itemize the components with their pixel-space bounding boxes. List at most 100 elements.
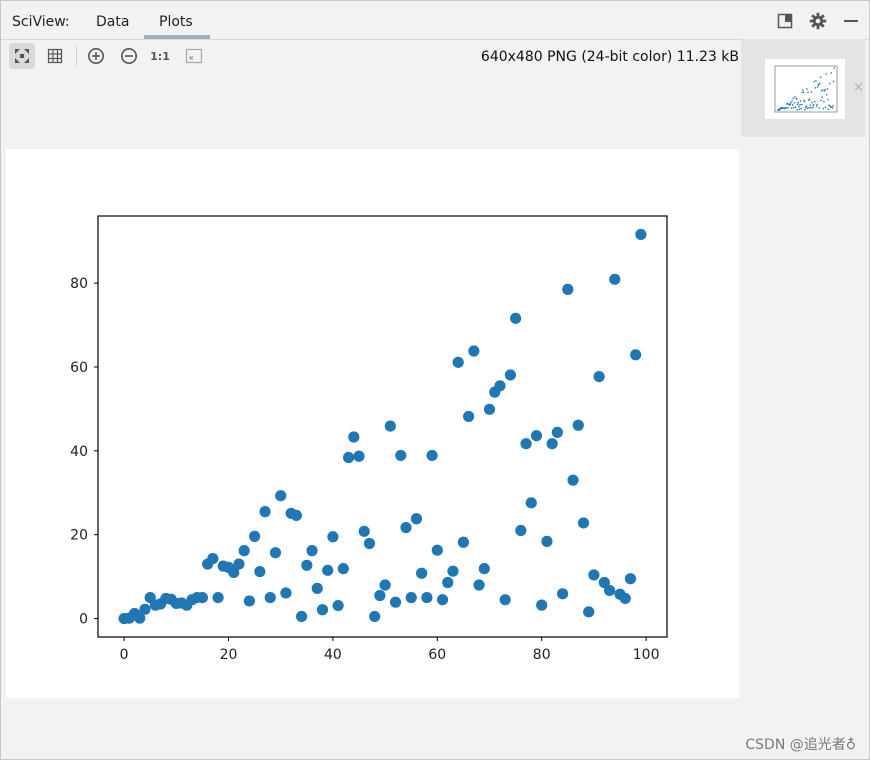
zoom-in-icon[interactable]	[83, 43, 109, 69]
scatter-chart: 0 20 40 60 80 100 0 20 40 60 80	[70, 215, 668, 663]
scatter-point	[824, 106, 827, 109]
x-tick-label: 20	[220, 647, 238, 663]
scatter-point	[238, 545, 250, 557]
minimize-icon[interactable]	[841, 11, 861, 31]
scatter-point	[254, 565, 266, 578]
scatter-point	[405, 591, 417, 604]
scatter-point	[577, 517, 590, 529]
tab-data[interactable]: Data	[96, 14, 129, 30]
scatter-point	[790, 107, 793, 109]
scatter-point	[826, 88, 829, 90]
scatter-point	[327, 531, 339, 543]
scatter-point	[824, 88, 826, 91]
actual-size-icon[interactable]: 1:1	[147, 43, 173, 69]
scatter-point	[635, 228, 647, 241]
sciview-header: SciView: Data Plots	[1, 1, 869, 40]
scatter-point	[499, 594, 511, 606]
y-tick-label: 0	[79, 612, 88, 628]
scatter-point	[821, 96, 824, 99]
x-tick-label: 80	[533, 647, 551, 663]
gear-icon[interactable]	[808, 11, 828, 31]
plot-thumbnail[interactable]	[765, 59, 845, 119]
scatter-point	[442, 576, 454, 589]
scatter-point	[809, 104, 812, 106]
scatter-point	[816, 103, 818, 106]
scatter-point	[348, 431, 360, 443]
scatter-point	[827, 108, 830, 111]
scatter-point	[384, 420, 396, 432]
scatter-point	[410, 513, 423, 525]
y-tick-label: 80	[70, 276, 88, 292]
scatter-point	[619, 592, 631, 605]
scatter-point	[794, 95, 796, 98]
scatter-point	[808, 98, 811, 100]
scatter-point	[494, 380, 506, 392]
scatter-point	[630, 349, 642, 361]
scatter-point	[787, 106, 789, 109]
scatter-point	[833, 67, 835, 69]
scatter-point	[426, 449, 438, 462]
scatter-point	[798, 105, 800, 108]
scatter-point	[457, 536, 470, 548]
scatter-point	[832, 80, 835, 82]
scatter-point	[196, 591, 209, 604]
scatter-point	[823, 100, 825, 103]
scatter-point	[800, 103, 803, 106]
scatter-point	[546, 438, 558, 450]
scatter-point	[827, 98, 829, 101]
active-tab-indicator	[144, 35, 210, 39]
scatter-point	[264, 591, 276, 604]
scatter-point	[802, 91, 805, 94]
scatter-point	[789, 103, 792, 105]
scatter-point	[515, 524, 527, 537]
scatter-point	[525, 497, 537, 509]
scatter-point	[791, 104, 794, 106]
scatter-point	[792, 106, 795, 109]
scatter-point	[212, 591, 224, 604]
scatter-point	[483, 403, 496, 415]
scatter-point	[828, 82, 831, 85]
scatter-point	[603, 584, 616, 597]
scatter-point	[830, 72, 833, 74]
plot-image: 0 20 40 60 80 100 0 20 40 60 80	[6, 149, 739, 698]
scatter-point	[593, 371, 605, 383]
y-tick-label: 20	[70, 528, 88, 544]
scatter-point	[337, 563, 349, 575]
scatter-point	[819, 76, 822, 78]
x-tick-label: 100	[633, 647, 660, 663]
scatter-point	[369, 610, 381, 623]
scatter-point	[810, 106, 812, 109]
scatter-point	[806, 88, 808, 90]
scatter-point	[395, 449, 407, 462]
x-tick-label: 0	[120, 647, 129, 663]
scatter-point	[822, 107, 825, 110]
scatter-point	[818, 107, 821, 109]
scatter-point	[249, 530, 261, 542]
fit-window-icon[interactable]	[9, 43, 35, 69]
scatter-point	[815, 79, 817, 82]
zoom-out-icon[interactable]	[116, 43, 142, 69]
scatter-point	[810, 91, 813, 93]
tab-plots[interactable]: Plots	[159, 14, 193, 30]
scatter-point	[820, 99, 822, 102]
scatter-point	[562, 283, 574, 295]
scatter-point	[322, 564, 334, 576]
scatter-point	[819, 82, 821, 85]
y-tick-label: 40	[70, 444, 88, 460]
thumbnail-close-icon[interactable]: ×	[853, 80, 864, 95]
scatter-point	[463, 410, 475, 423]
restore-layout-icon[interactable]	[775, 11, 795, 31]
scatter-point	[831, 106, 834, 109]
fit-to-view-icon[interactable]	[181, 43, 207, 69]
scatter-point	[233, 558, 245, 570]
scatter-point	[816, 86, 819, 88]
scatter-point	[353, 450, 365, 462]
scatter-point	[609, 273, 621, 285]
scatter-point	[583, 606, 595, 618]
grid-icon[interactable]	[42, 43, 68, 69]
scatter-point	[269, 547, 282, 559]
scatter-point	[447, 565, 459, 577]
scatter-point	[342, 451, 355, 464]
scatter-point	[139, 603, 151, 615]
scatter-point	[800, 107, 802, 110]
